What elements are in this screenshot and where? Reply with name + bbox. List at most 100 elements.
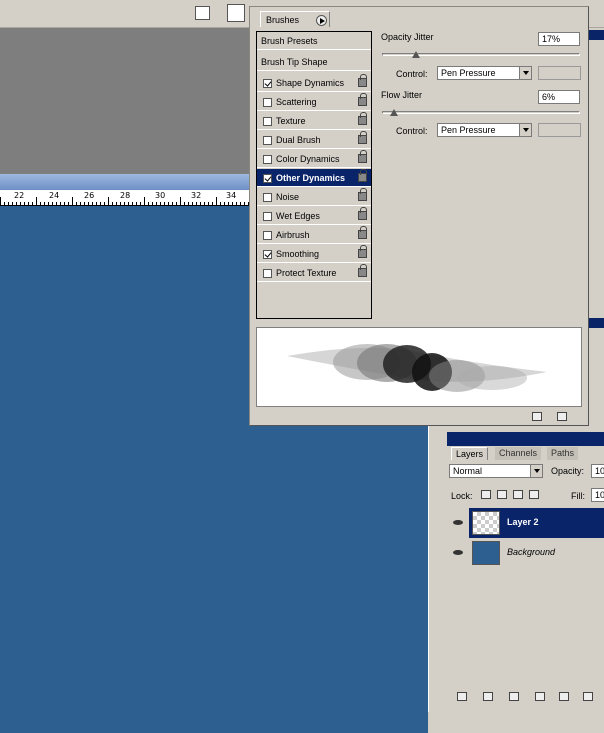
layer-row[interactable]: Layer 2 — [469, 508, 604, 538]
lock-icon[interactable] — [358, 112, 367, 125]
brushes-tab[interactable]: Brushes — [260, 11, 330, 27]
opacity-control-select[interactable]: Pen Pressure — [437, 66, 532, 80]
visibility-eye-icon[interactable] — [451, 508, 465, 538]
fill-input[interactable]: 10 — [591, 488, 604, 502]
panel-header — [587, 318, 604, 328]
brush-setting-row[interactable]: Smoothing — [257, 245, 371, 263]
panel-menu-arrow-icon[interactable] — [316, 15, 327, 26]
brush-setting-row[interactable]: Protect Texture — [257, 264, 371, 282]
lock-icon[interactable] — [358, 188, 367, 201]
flow-jitter-slider[interactable] — [382, 111, 580, 114]
ruler-tick — [220, 202, 221, 205]
flow-jitter-input[interactable]: 6% — [538, 90, 580, 104]
ruler-tick — [20, 202, 21, 205]
ruler-tick — [192, 202, 193, 205]
brush-setting-checkbox[interactable] — [263, 98, 272, 107]
lock-icon[interactable] — [358, 74, 367, 87]
tab-paths[interactable]: Paths — [547, 447, 579, 460]
ruler-tick — [68, 202, 69, 205]
tab-layers[interactable]: Layers — [451, 447, 489, 460]
new-preset-icon[interactable] — [532, 412, 542, 421]
ruler-tick — [32, 202, 33, 205]
ruler-tick — [140, 202, 141, 205]
horizontal-ruler[interactable]: 22 24 26 28 30 32 34 — [0, 190, 250, 206]
layers-panel: Layers Channels Paths Normal Opacity: 10… — [447, 432, 604, 712]
opacity-jitter-input[interactable]: 17% — [538, 32, 580, 46]
opacity-input[interactable]: 10 — [591, 464, 604, 478]
brush-setting-row[interactable]: Shape Dynamics — [257, 74, 371, 92]
ruler-tick — [52, 202, 53, 205]
lock-transparency-icon[interactable] — [481, 490, 491, 499]
brush-setting-row[interactable]: Noise — [257, 188, 371, 206]
brush-setting-row[interactable]: Brush Tip Shape — [257, 53, 371, 71]
link-icon[interactable] — [457, 692, 467, 701]
lock-position-icon[interactable] — [513, 490, 523, 499]
adjustment-layer-icon[interactable] — [535, 692, 545, 701]
brush-setting-row[interactable]: Color Dynamics — [257, 150, 371, 168]
brush-setting-checkbox[interactable] — [263, 117, 272, 126]
brush-setting-checkbox[interactable] — [263, 79, 272, 88]
folder-icon[interactable] — [559, 692, 569, 701]
ruler-tick — [116, 202, 117, 205]
lock-icon[interactable] — [358, 131, 367, 144]
lock-icon[interactable] — [358, 169, 367, 182]
ruler-tick — [64, 202, 65, 205]
brush-setting-label: Shape Dynamics — [276, 78, 345, 88]
panel-header — [587, 30, 604, 40]
ruler-tick — [60, 202, 61, 205]
layers-panel-titlebar[interactable] — [447, 432, 604, 446]
brush-setting-checkbox[interactable] — [263, 193, 272, 202]
brush-setting-checkbox[interactable] — [263, 174, 272, 183]
brush-setting-row[interactable]: Scattering — [257, 93, 371, 111]
document-background — [0, 28, 250, 174]
flow-jitter-slider-thumb[interactable] — [389, 109, 398, 117]
brush-setting-checkbox[interactable] — [263, 231, 272, 240]
brush-setting-checkbox[interactable] — [263, 250, 272, 259]
lock-icon[interactable] — [358, 150, 367, 163]
visibility-eye-icon[interactable] — [451, 538, 465, 568]
lock-icon[interactable] — [358, 226, 367, 239]
lock-paint-icon[interactable] — [497, 490, 507, 499]
lock-icon[interactable] — [358, 264, 367, 277]
brush-settings-list: Brush Presets Brush Tip Shape Shape Dynami… — [256, 31, 372, 319]
brush-setting-label: Brush Presets — [261, 36, 318, 46]
file-browser-icon[interactable] — [227, 4, 245, 22]
brush-setting-checkbox[interactable] — [263, 269, 272, 278]
chevron-down-icon — [530, 465, 542, 477]
ruler-tick — [4, 202, 5, 205]
chevron-down-icon — [519, 67, 531, 79]
new-layer-icon[interactable] — [583, 692, 593, 701]
ruler-tick — [204, 202, 205, 205]
lock-icon[interactable] — [358, 245, 367, 258]
lock-icon[interactable] — [358, 93, 367, 106]
lock-icon[interactable] — [358, 207, 367, 220]
ruler-tick — [240, 202, 241, 205]
ruler-tick — [92, 202, 93, 205]
ruler-tick — [120, 202, 121, 205]
opacity-jitter-slider-thumb[interactable] — [411, 51, 420, 59]
brush-setting-row[interactable]: Brush Presets — [257, 32, 371, 50]
brush-setting-row[interactable]: Dual Brush — [257, 131, 371, 149]
flow-control-select[interactable]: Pen Pressure — [437, 123, 532, 137]
brush-setting-row[interactable]: Wet Edges — [257, 207, 371, 225]
layer-name: Background — [507, 547, 556, 557]
palette-well-icon[interactable] — [195, 6, 210, 20]
brush-setting-checkbox[interactable] — [263, 136, 272, 145]
document-title-bar[interactable] — [0, 174, 250, 190]
blend-mode-select[interactable]: Normal — [449, 464, 543, 478]
brush-setting-checkbox[interactable] — [263, 155, 272, 164]
layer-style-icon[interactable] — [483, 692, 493, 701]
brush-setting-row[interactable]: Other Dynamics — [257, 169, 371, 187]
brushes-panel: Brushes Brush Presets Brush Tip Shape Shap… — [249, 6, 589, 426]
layer-mask-icon[interactable] — [509, 692, 519, 701]
brush-setting-checkbox[interactable] — [263, 212, 272, 221]
trash-icon[interactable] — [557, 412, 567, 421]
layer-name: Layer 2 — [507, 517, 539, 527]
layer-row[interactable]: Background — [469, 538, 604, 568]
ruler-tick — [156, 202, 157, 205]
lock-all-icon[interactable] — [529, 490, 539, 499]
brush-setting-row[interactable]: Texture — [257, 112, 371, 130]
brush-setting-row[interactable]: Airbrush — [257, 226, 371, 244]
brush-setting-label: Noise — [276, 192, 300, 202]
tab-channels[interactable]: Channels — [495, 447, 542, 460]
